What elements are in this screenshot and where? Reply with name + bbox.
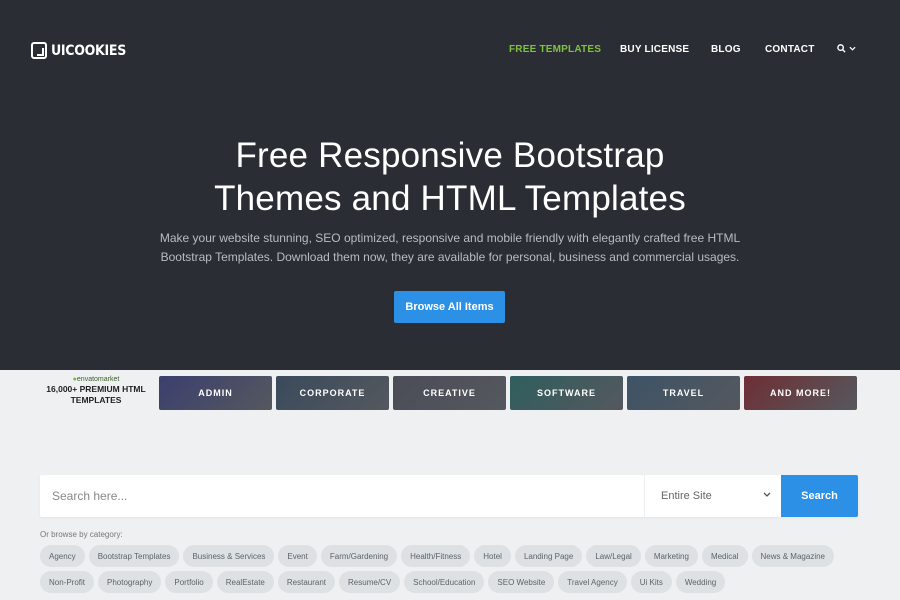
nav-buy-license[interactable]: BUY LICENSE xyxy=(620,44,689,55)
category-tag[interactable]: Law/Legal xyxy=(586,545,641,567)
chevron-down-icon xyxy=(849,46,856,51)
nav-search-toggle[interactable] xyxy=(837,44,856,53)
browse-all-button[interactable]: Browse All Items xyxy=(394,291,505,323)
category-tag[interactable]: Ui Kits xyxy=(630,571,672,593)
hero-title: Free Responsive Bootstrap Themes and HTM… xyxy=(0,134,900,220)
hero-subtitle-line1: Make your website stunning, SEO optimize… xyxy=(159,231,741,245)
search-scope-value: Entire Site xyxy=(661,490,712,502)
category-tag[interactable]: Wedding xyxy=(675,571,726,593)
hero-title-line2: Themes and HTML Templates xyxy=(214,179,686,218)
nav-free-templates[interactable]: FREE TEMPLATES xyxy=(509,44,601,55)
category-tag[interactable]: Travel Agency xyxy=(558,571,627,593)
hero-section: UICOOKIES FREE TEMPLATES BUY LICENSE BLO… xyxy=(0,0,900,370)
envato-logo: ●envatomarket xyxy=(72,376,120,383)
nav-contact[interactable]: CONTACT xyxy=(765,44,815,55)
category-card-corporate[interactable]: CORPORATE xyxy=(276,376,389,410)
category-tags: Agency Bootstrap Templates Business & Serv… xyxy=(40,545,860,593)
search-scope-select[interactable]: Entire Site xyxy=(644,475,781,517)
browse-label: Or browse by category: xyxy=(40,530,123,539)
category-tag[interactable]: Farm/Gardening xyxy=(320,545,398,567)
chevron-down-icon xyxy=(763,492,771,497)
envato-promo[interactable]: ●envatomarket 16,000+ PREMIUM HTML TEMPLA… xyxy=(40,376,152,410)
category-tag[interactable]: Resume/CV xyxy=(339,571,401,593)
category-tag[interactable]: Bootstrap Templates xyxy=(88,545,180,567)
hero-subtitle: Make your website stunning, SEO optimize… xyxy=(150,229,750,267)
category-card-software[interactable]: SOFTWARE xyxy=(510,376,623,410)
category-tag[interactable]: Non-Profit xyxy=(40,571,95,593)
main-nav: FREE TEMPLATES BUY LICENSE BLOG CONTACT xyxy=(0,44,900,58)
search-icon xyxy=(837,44,846,53)
search-button[interactable]: Search xyxy=(781,475,858,517)
category-card-travel[interactable]: TRAVEL xyxy=(627,376,740,410)
category-tag[interactable]: Photography xyxy=(98,571,162,593)
category-tag[interactable]: News & Magazine xyxy=(751,545,834,567)
category-tag[interactable]: Portfolio xyxy=(165,571,213,593)
search-bar: Entire Site Search xyxy=(40,475,858,517)
category-tag[interactable]: Agency xyxy=(40,545,85,567)
category-tag[interactable]: Event xyxy=(278,545,317,567)
hero-title-line1: Free Responsive Bootstrap xyxy=(235,136,665,175)
category-card-creative[interactable]: CREATIVE xyxy=(393,376,506,410)
search-input[interactable] xyxy=(40,475,644,517)
category-tag[interactable]: Marketing xyxy=(644,545,698,567)
category-tag[interactable]: Hotel xyxy=(474,545,511,567)
hero-subtitle-line2: Bootstrap Templates. Download them now, … xyxy=(160,250,740,264)
category-tag[interactable]: Landing Page xyxy=(514,545,583,567)
category-tag[interactable]: Medical xyxy=(701,545,748,567)
category-tag[interactable]: Restaurant xyxy=(277,571,336,593)
category-card-more[interactable]: AND MORE! xyxy=(744,376,857,410)
category-card-admin[interactable]: ADMIN xyxy=(159,376,272,410)
nav-blog[interactable]: BLOG xyxy=(711,44,741,55)
category-tag[interactable]: Business & Services xyxy=(183,545,275,567)
category-tag[interactable]: SEO Website xyxy=(488,571,555,593)
category-tag[interactable]: RealEstate xyxy=(216,571,274,593)
category-tag[interactable]: School/Education xyxy=(404,571,485,593)
envato-promo-text: 16,000+ PREMIUM HTML TEMPLATES xyxy=(46,384,146,405)
category-tag[interactable]: Health/Fitness xyxy=(401,545,471,567)
